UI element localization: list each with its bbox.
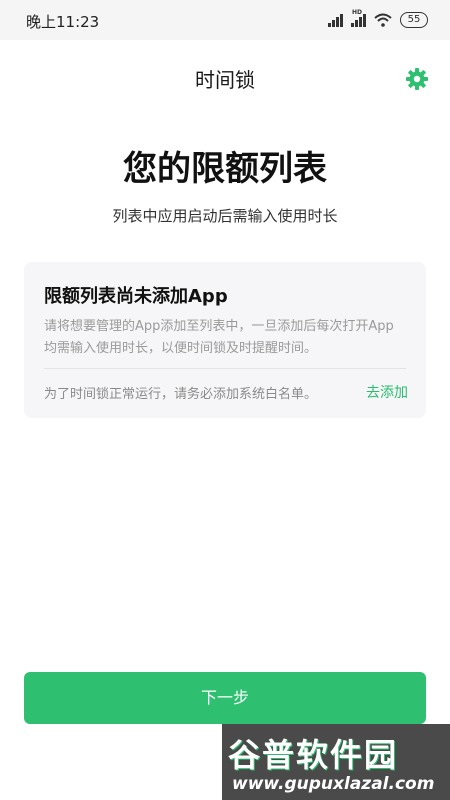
settings-button[interactable] [405,67,429,91]
add-whitelist-link[interactable]: 去添加 [366,382,408,402]
signal-hd-icon: HD [351,9,366,27]
status-bar: 晚上11:23 HD 55 [0,0,450,40]
watermark-logo: 谷普软件园 www.gupuxlazal.com [222,724,450,800]
next-step-button[interactable]: 下一步 [24,672,426,724]
wifi-icon [374,13,392,27]
signal-icon [328,13,343,27]
watermark-name: 谷普软件园 [228,736,399,774]
battery-icon: 55 [400,12,428,28]
limit-list-subtitle: 列表中应用启动后需输入使用时长 [112,207,338,225]
gear-icon [406,68,428,90]
empty-list-card: 限额列表尚未添加App 请将想要管理的App添加至列表中，一旦添加后每次打开Ap… [24,262,426,418]
status-time: 晚上11:23 [26,13,100,31]
card-description: 请将想要管理的App添加至列表中，一旦添加后每次打开App均需输入使用时长，以便… [44,319,394,356]
card-divider [44,368,406,369]
whitelist-note: 为了时间锁正常运行，请务必添加系统白名单。 [44,387,318,402]
page-title: 时间锁 [195,68,255,92]
limit-list-heading: 您的限额列表 [123,149,327,189]
card-title: 限额列表尚未添加App [44,286,228,307]
hd-label: HD [352,8,363,16]
watermark-url: www.gupuxlazal.com [232,774,435,794]
time-lock-screen: 晚上11:23 HD 55 时间锁 您的限额列表 列表中应用启动后需输入使用时长… [0,0,450,800]
status-icons: HD 55 [328,9,428,28]
